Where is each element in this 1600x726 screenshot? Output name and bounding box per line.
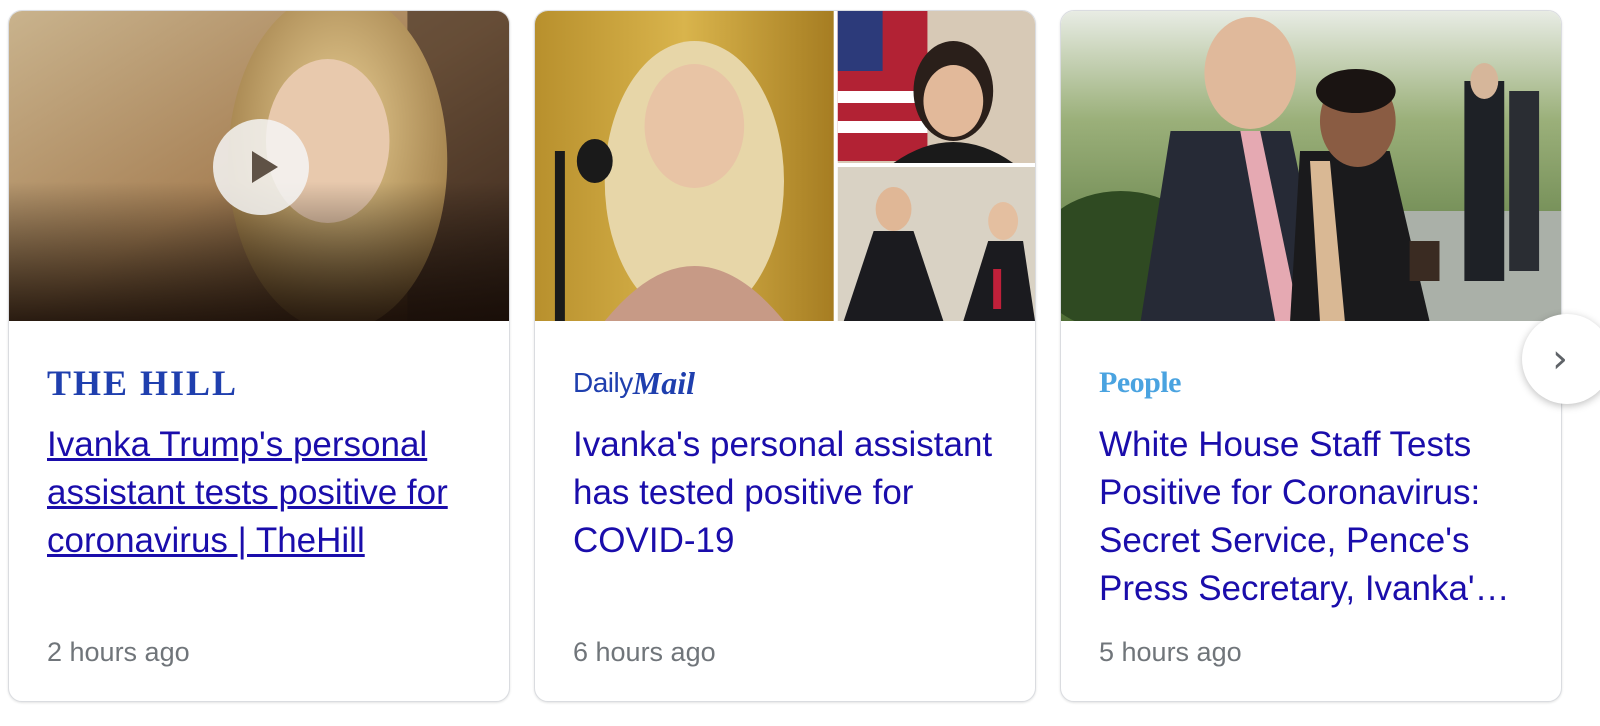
the-hill-logo: THE HILL — [47, 363, 239, 403]
news-carousel: THE HILL Ivanka Trump's personal assista… — [0, 0, 1600, 726]
headline-link[interactable]: White House Staff Tests Positive for Cor… — [1099, 421, 1529, 613]
timestamp: 6 hours ago — [573, 637, 716, 667]
timestamp: 5 hours ago — [1099, 637, 1242, 667]
play-icon — [252, 151, 278, 183]
news-thumbnail — [1061, 11, 1561, 321]
news-thumbnail — [9, 11, 509, 321]
source-logo: THE HILL — [47, 363, 238, 403]
source-logo: People — [1099, 363, 1181, 403]
news-card[interactable]: People White House Staff Tests Positive … — [1060, 10, 1562, 702]
news-card-body: People White House Staff Tests Positive … — [1061, 321, 1561, 701]
daily-mail-logo-daily: Daily — [573, 367, 633, 398]
daily-mail-logo-mail: Mail — [632, 364, 695, 401]
chevron-right-icon: › — [1552, 336, 1568, 382]
headline-link[interactable]: Ivanka's personal assistant has tested p… — [573, 421, 1003, 565]
news-card-body: THE HILL Ivanka Trump's personal assista… — [9, 321, 509, 701]
headline-link[interactable]: Ivanka Trump's personal assistant tests … — [47, 421, 477, 565]
news-card[interactable]: THE HILL Ivanka Trump's personal assista… — [8, 10, 510, 702]
timestamp: 2 hours ago — [47, 637, 190, 667]
people-logo: People — [1099, 366, 1181, 399]
source-logo: Daily Mail — [573, 363, 695, 403]
news-card[interactable]: Daily Mail Ivanka's personal assistant h… — [534, 10, 1036, 702]
play-video-button[interactable] — [213, 119, 309, 215]
news-thumbnail — [535, 11, 1035, 321]
news-card-body: Daily Mail Ivanka's personal assistant h… — [535, 321, 1035, 701]
